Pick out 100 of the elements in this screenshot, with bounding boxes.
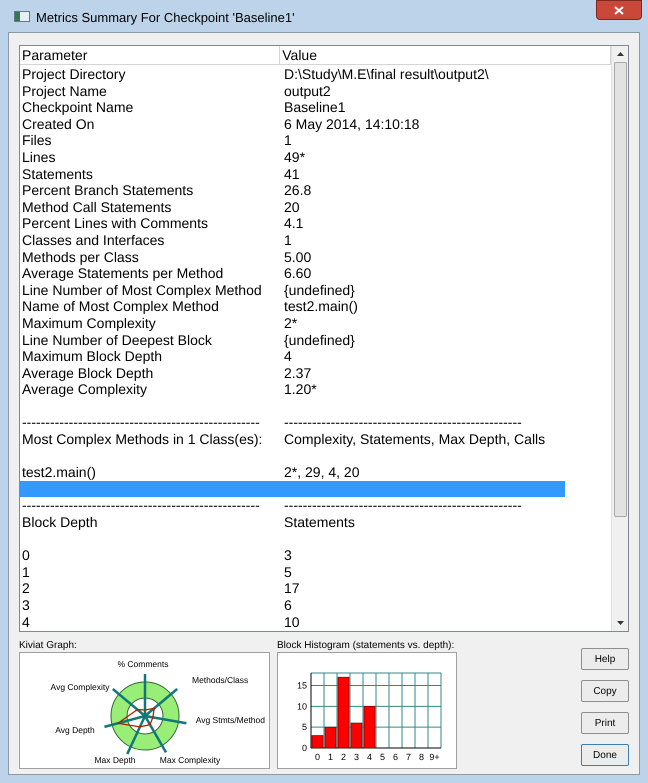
- list-row[interactable]: Maximum Block Depth 4: [20, 348, 611, 365]
- list-row[interactable]: Statements 41: [20, 166, 611, 182]
- parameter-cell-text: Most Complex Methods in 1 Class(es):: [21, 431, 264, 448]
- list-row[interactable]: Methods per Class 5.00: [20, 248, 611, 266]
- y-tick-label: 5: [302, 722, 307, 732]
- list-row[interactable]: Created On 6 May 2014, 14:10:18: [20, 116, 611, 132]
- list-row[interactable]: Lines 49*: [20, 148, 611, 166]
- dialog-button[interactable]: Print: [581, 712, 629, 734]
- value-cell-text: 6 May 2014, 14:10:18: [283, 116, 420, 132]
- value-cell-text: 17: [283, 580, 300, 597]
- list-row[interactable]: --------------------------------------------------- ---------------------------------------------------: [20, 414, 611, 432]
- value-cell-text: Baseline1: [283, 99, 346, 116]
- x-tick-label: 9+: [429, 752, 440, 762]
- x-tick-label: 3: [354, 752, 359, 762]
- axis-label: Max Depth: [94, 755, 136, 765]
- value-cell-text: D:\Study\M.E\final result\output2\: [283, 66, 489, 83]
- dialog-button[interactable]: Copy: [581, 680, 629, 702]
- scrollbar[interactable]: [611, 46, 628, 631]
- parameter-cell-text: Maximum Block Depth: [21, 348, 164, 365]
- parameter-cell-text: Percent Branch Statements: [21, 182, 194, 199]
- column-header[interactable]: Parameter: [20, 46, 280, 64]
- list-row[interactable]: Average Block Depth 2.37: [20, 364, 611, 382]
- value-cell-text: 5.00: [283, 248, 312, 266]
- parameter-cell-text: Project Name: [21, 82, 108, 100]
- x-tick-label: 7: [406, 752, 411, 762]
- parameter-cell-text: 3: [21, 597, 31, 614]
- value-cell-text: 10: [283, 614, 300, 630]
- list-row[interactable]: Most Complex Methods in 1 Class(es): Complexity, Statements, Max Depth, Calls: [20, 431, 611, 448]
- parameter-cell-text: Average Block Depth: [21, 364, 154, 382]
- parameter-cell-text: ---------------------------------------------------: [21, 497, 261, 514]
- list-row[interactable]: Average Complexity 1.20*: [20, 381, 611, 398]
- list-row[interactable]: 2 17: [20, 580, 611, 597]
- parameter-cell-text: Project Directory: [21, 66, 126, 83]
- parameter-cell-text: Statements: [21, 166, 94, 182]
- list-row[interactable]: Percent Lines with Comments 4.1: [20, 215, 611, 232]
- list-row[interactable]: Line Number of Deepest Block {undefined}: [20, 332, 611, 348]
- app-icon: [14, 11, 30, 22]
- value-cell-text: 41: [283, 166, 300, 182]
- list-row[interactable]: test2.main() 2*, 29, 4, 20: [20, 464, 611, 481]
- list-row[interactable]: 4 10: [20, 614, 611, 630]
- list-row[interactable]: Average Statements per Method 6.60: [20, 265, 611, 282]
- list-row[interactable]: 0 3: [20, 547, 611, 564]
- x-tick-label: 8: [419, 752, 424, 762]
- value-cell-text: 6.60: [283, 265, 312, 282]
- scroll-thumb[interactable]: [614, 62, 626, 517]
- value-cell-text: {undefined}: [283, 332, 355, 348]
- histogram-label: Block Histogram (statements vs. depth):: [277, 639, 456, 652]
- value-cell-text: 26.8: [283, 182, 312, 199]
- selected-row[interactable]: [20, 480, 565, 498]
- parameter-cell-text: Average Complexity: [21, 381, 148, 398]
- x-tick-label: 4: [367, 752, 372, 762]
- x-tick-label: 2: [341, 752, 346, 762]
- list-row[interactable]: Name of Most Complex Method test2.main(): [20, 298, 611, 315]
- value-cell-text: output2: [283, 82, 331, 100]
- list-row[interactable]: Maximum Complexity 2*: [20, 314, 611, 332]
- list-row[interactable]: Block Depth Statements: [20, 514, 611, 531]
- list-row[interactable]: --------------------------------------------------- ---------------------------------------------------: [20, 497, 611, 514]
- value-cell-text: test2.main(): [283, 298, 358, 315]
- x-tick-label: 1: [328, 752, 333, 762]
- value-cell-text: 4.1: [283, 215, 304, 232]
- parameter-cell-text: Checkpoint Name: [21, 99, 134, 116]
- parameter-cell-text: test2.main(): [21, 464, 97, 481]
- parameter-cell-text: Line Number of Deepest Block: [21, 332, 213, 348]
- value-cell-text: 1.20*: [283, 381, 317, 398]
- value-cell-text: 2*: [283, 314, 298, 332]
- parameter-cell-text: Percent Lines with Comments: [21, 215, 209, 232]
- list-row[interactable]: Project Name output2: [20, 82, 611, 100]
- y-tick-label: 15: [296, 680, 307, 690]
- list-row[interactable]: Method Call Statements 20: [20, 198, 611, 216]
- parameter-cell-text: Name of Most Complex Method: [21, 298, 220, 315]
- parameter-cell-text: Files: [21, 132, 53, 149]
- scroll-up-icon: [616, 52, 624, 56]
- value-cell-text: ---------------------------------------------------: [283, 497, 522, 514]
- dialog-button[interactable]: Help: [581, 648, 629, 670]
- close-button[interactable]: [596, 0, 642, 20]
- list-row[interactable]: Files 1: [20, 132, 611, 149]
- y-tick-label: 10: [296, 701, 307, 712]
- list-row[interactable]: Line Number of Most Complex Method {undefined}: [20, 282, 611, 298]
- parameter-cell-text: Block Depth: [21, 514, 98, 531]
- scroll-down-icon: [616, 621, 624, 625]
- parameter-cell-text: 4: [21, 614, 31, 630]
- dialog-button[interactable]: Done: [581, 744, 629, 766]
- axis-label: Avg Stmts/Method: [196, 715, 265, 725]
- value-cell-text: 3: [283, 547, 292, 564]
- x-tick-label: 0: [315, 752, 320, 762]
- value-cell-text: {undefined}: [283, 282, 355, 298]
- list-row[interactable]: Project Directory D:\Study\M.E\final result\output2\: [20, 66, 611, 83]
- parameter-cell-text: Lines: [21, 148, 56, 166]
- parameter-cell-text: 1: [21, 564, 31, 580]
- list-row[interactable]: Percent Branch Statements 26.8: [20, 182, 611, 199]
- list-row[interactable]: Classes and Interfaces 1: [20, 232, 611, 249]
- value-cell-text: 20: [283, 198, 300, 216]
- value-cell-text: 4: [283, 348, 292, 365]
- close-icon: [614, 6, 624, 14]
- list-row[interactable]: 1 5: [20, 564, 611, 580]
- list-row[interactable]: Checkpoint Name Baseline1: [20, 99, 611, 116]
- parameter-cell-text: 2: [21, 580, 31, 597]
- list-row[interactable]: 3 6: [20, 597, 611, 614]
- axis-label: Max Complexity: [160, 755, 220, 765]
- window-title: Metrics Summary For Checkpoint 'Baseline1': [36, 9, 295, 27]
